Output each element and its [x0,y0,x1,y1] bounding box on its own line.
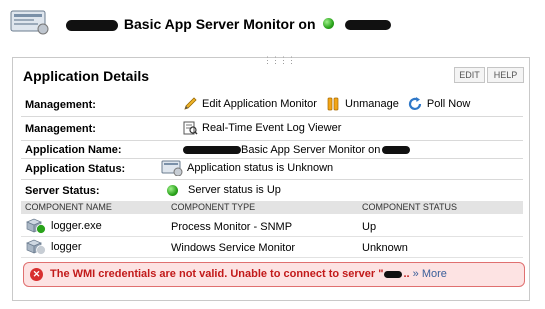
application-status-text: Application status is Unknown [187,161,334,174]
help-button[interactable]: HELP [487,67,524,83]
panel-title: Application Details [23,68,150,84]
unmanage-label: Unmanage [345,97,399,110]
server-status-value: Server status is Up [167,184,281,196]
component-name-cell: logger.exe [25,218,102,234]
component-unknown-icon [26,239,46,255]
component-status: Unknown [362,242,408,254]
poll-now-label: Poll Now [426,97,471,110]
poll-now-link[interactable]: Poll Now [408,97,471,110]
server-status-text: Server status is Up [188,184,281,196]
redacted-text [345,20,392,31]
page-title: Basic App Server Monitor on [66,16,393,32]
event-log-viewer-link[interactable]: Real-Time Event Log Viewer [183,121,341,135]
management-label: Management: [25,99,96,111]
component-status: Up [362,221,377,233]
application-status-value: Application status is Unknown [161,160,333,176]
refresh-icon [408,97,422,110]
redacted-text [384,270,403,278]
edit-button[interactable]: EDIT [454,67,485,83]
table-row[interactable]: logger.exe Process Monitor - SNMP Up [21,216,523,237]
management-label: Management: [25,123,96,135]
component-type: Process Monitor - SNMP [171,221,293,233]
application-name-label: Application Name: [25,144,122,156]
column-header-status: COMPONENT STATUS [362,202,458,212]
column-header-type: COMPONENT TYPE [171,202,256,212]
column-header-name: COMPONENT NAME [25,202,112,212]
pause-icon [327,97,339,111]
pencil-icon [184,97,197,110]
management-row-actions: Management: Edit Application Monitor Unm… [21,94,523,117]
component-name[interactable]: logger [51,241,82,253]
application-status-label: Application Status: [25,163,126,175]
more-link[interactable]: » More [413,268,447,280]
error-message: The WMI credentials are not valid. Unabl… [50,268,447,280]
error-banner: ✕ The WMI credentials are not valid. Una… [23,262,525,287]
log-viewer-icon [183,121,198,135]
redacted-text [183,146,241,155]
page-title-text: Basic App Server Monitor on [123,16,316,32]
drag-handle[interactable]: ⋮⋮⋮⋮ [263,56,296,65]
application-name-row: Application Name: Basic App Server Monit… [21,141,523,159]
management-row-eventlog: Management: Real-Time Event Log Viewer [21,117,523,141]
table-row[interactable]: logger Windows Service Monitor Unknown [21,237,523,258]
component-name-cell: logger [25,239,82,255]
unmanage-link[interactable]: Unmanage [326,97,402,111]
page-header: Basic App Server Monitor on [10,6,530,36]
components-table-header: COMPONENT NAME COMPONENT TYPE COMPONENT … [21,201,523,214]
error-message-text: The WMI credentials are not valid. Unabl… [50,268,384,280]
application-details-panel: ⋮⋮⋮⋮ Application Details EDIT HELP Manag… [12,56,530,301]
application-name-value: Basic App Server Monitor on [183,144,411,156]
application-unknown-icon [161,160,183,176]
component-up-icon [26,218,46,234]
application-status-row: Application Status: Application status i… [21,159,523,180]
status-up-icon [167,184,178,196]
application-name-text: Basic App Server Monitor on [241,144,381,156]
server-status-row: Server Status: Server status is Up [21,180,523,200]
edit-app-monitor-label: Edit Application Monitor [202,97,317,110]
management-actions: Edit Application Monitor Unmanage Poll N… [183,97,470,111]
status-up-icon [323,17,335,29]
server-app-icon [10,10,49,35]
error-icon: ✕ [30,268,43,281]
redacted-text [66,19,118,31]
component-type: Windows Service Monitor [171,242,296,254]
redacted-text [382,146,411,155]
component-name[interactable]: logger.exe [51,220,102,232]
edit-app-monitor-link[interactable]: Edit Application Monitor [183,97,320,110]
server-status-label: Server Status: [25,185,100,197]
event-log-viewer-label: Real-Time Event Log Viewer [202,121,342,134]
